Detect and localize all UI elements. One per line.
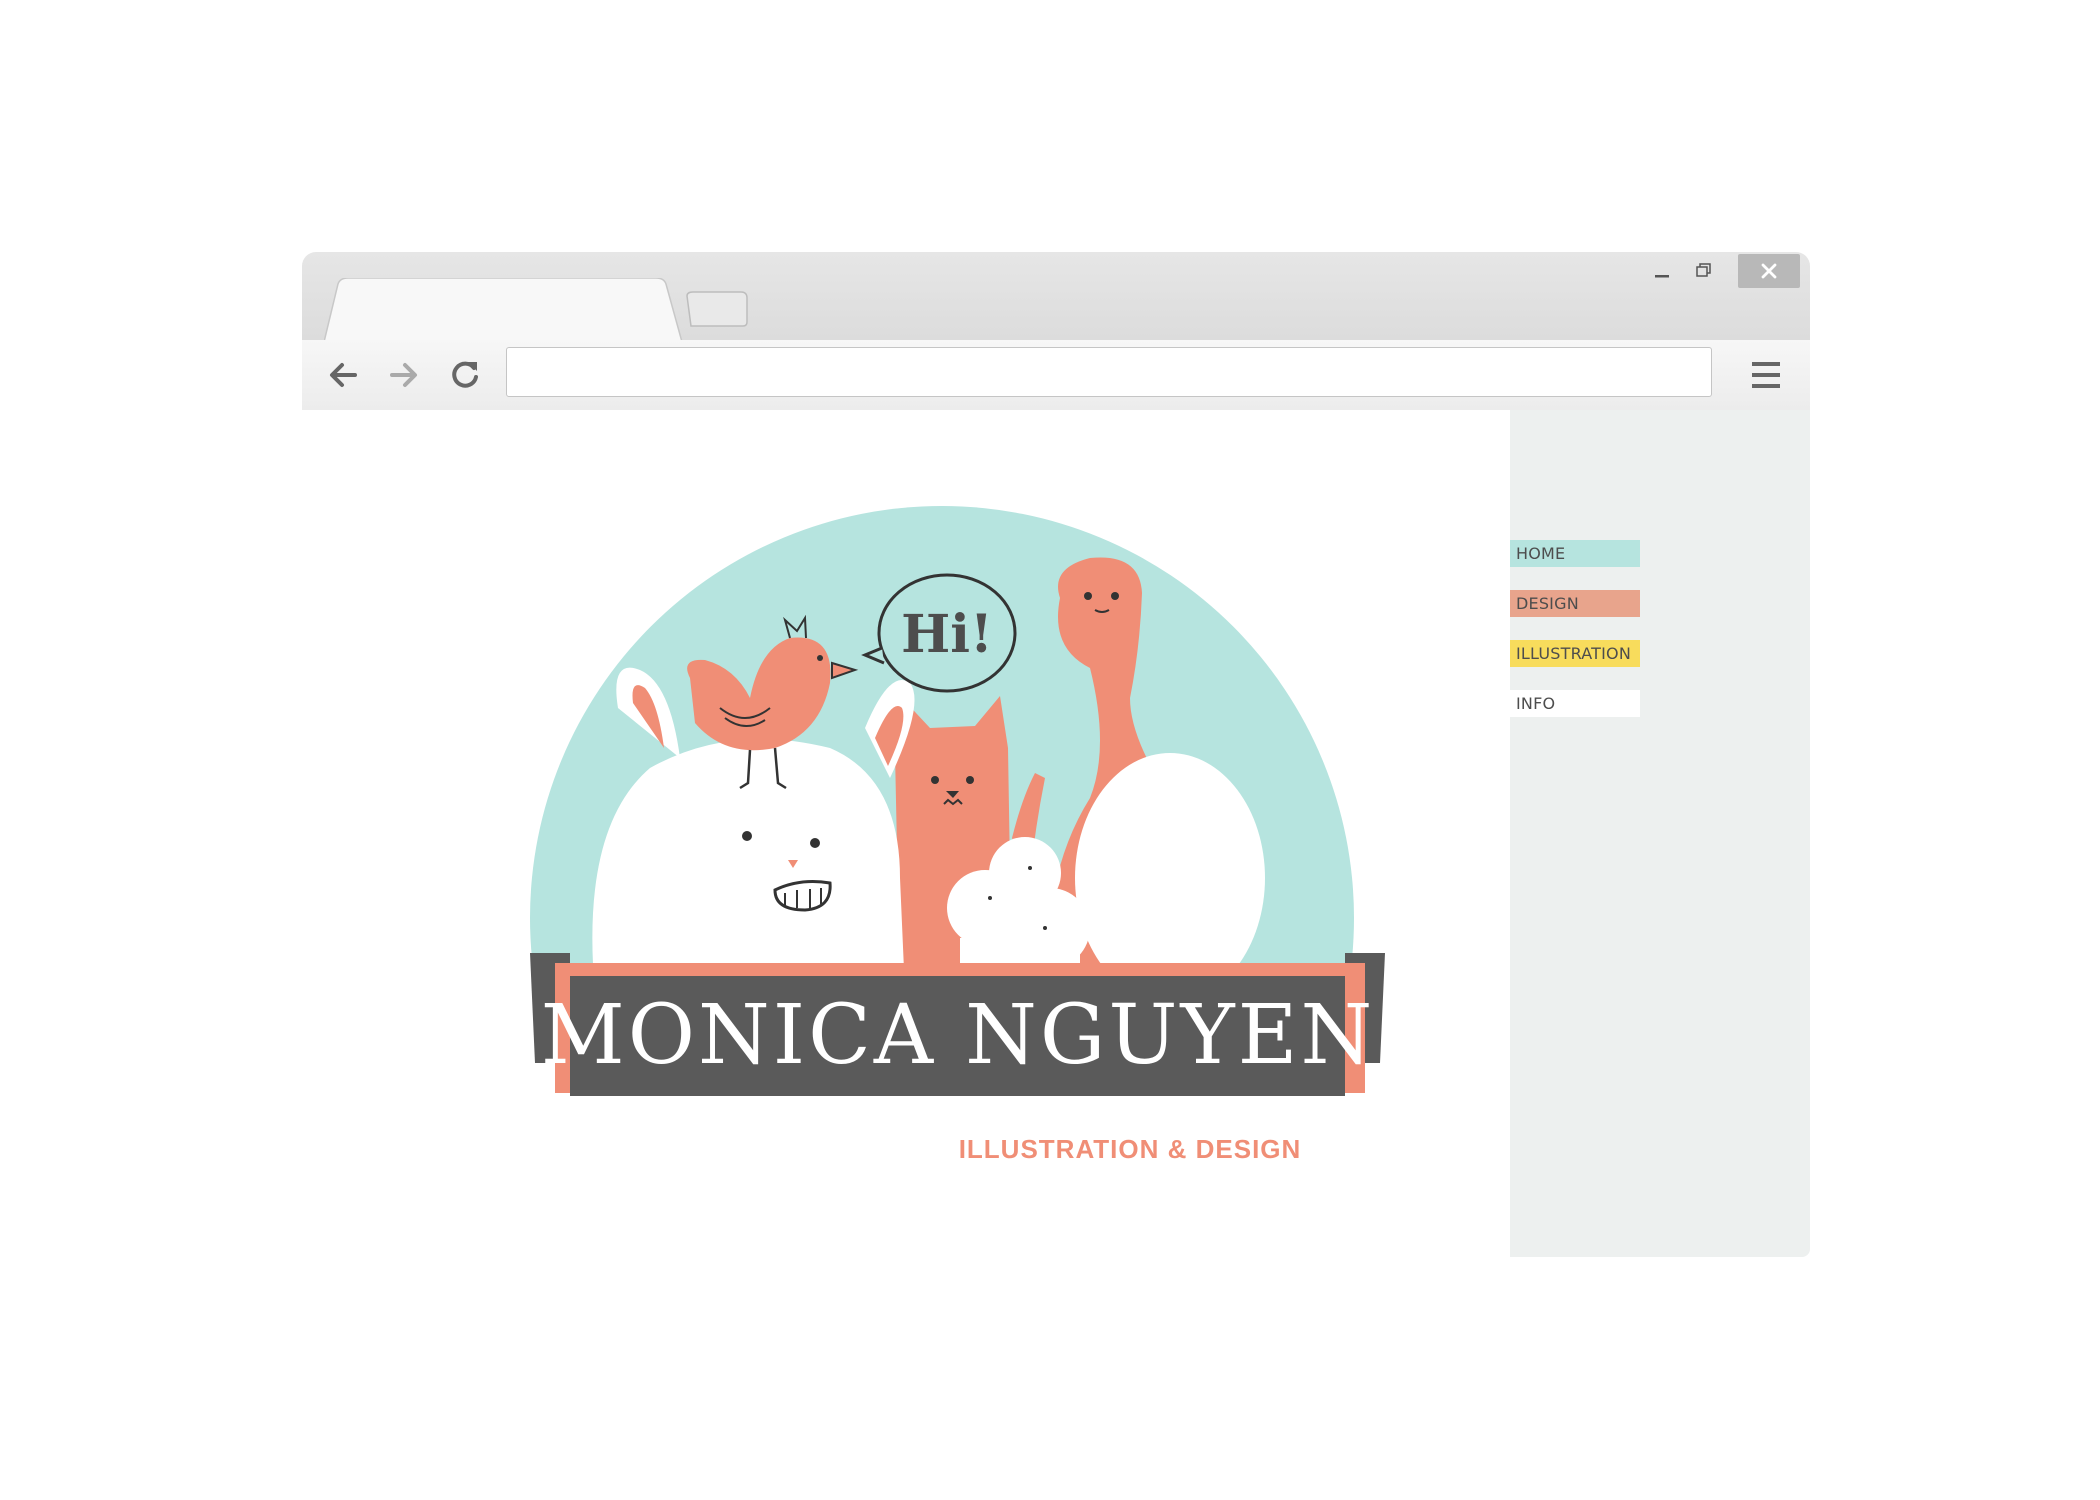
back-arrow-icon[interactable] [322,354,364,396]
reload-icon[interactable] [444,354,486,396]
nav-home[interactable]: HOME [1510,540,1640,567]
menu-hamburger-icon[interactable] [1744,354,1788,396]
minimize-icon[interactable] [1642,254,1682,288]
speech-bubble-text: Hi! [901,604,993,665]
browser-window: Hi! MONICA NGUYEN ILLUSTRATION & DESIGN … [302,252,1810,1257]
name-banner: MONICA NGUYEN [530,953,1385,1096]
nav-info[interactable]: INFO [1510,690,1640,717]
logo-name-text: MONICA NGUYEN [541,988,1375,1083]
new-tab-button[interactable] [685,290,749,328]
site-nav: HOME DESIGN ILLUSTRATION INFO [1510,540,1640,740]
close-icon[interactable] [1738,254,1800,288]
nav-design[interactable]: DESIGN [1510,590,1640,617]
nav-illustration[interactable]: ILLUSTRATION [1510,640,1640,667]
sidebar: HOME DESIGN ILLUSTRATION INFO [1510,410,1810,1257]
forward-arrow-icon[interactable] [383,354,425,396]
logo-tagline-text: ILLUSTRATION & DESIGN [959,1134,1302,1164]
address-bar[interactable] [506,347,1712,397]
monica-nguyen-logo[interactable]: Hi! MONICA NGUYEN ILLUSTRATION & DESIGN [530,498,1390,1178]
tab-strip [302,252,1810,342]
restore-icon[interactable] [1684,254,1724,288]
browser-toolbar [302,340,1810,411]
active-tab[interactable] [324,278,684,342]
page-content: Hi! MONICA NGUYEN ILLUSTRATION & DESIGN … [302,410,1810,1257]
